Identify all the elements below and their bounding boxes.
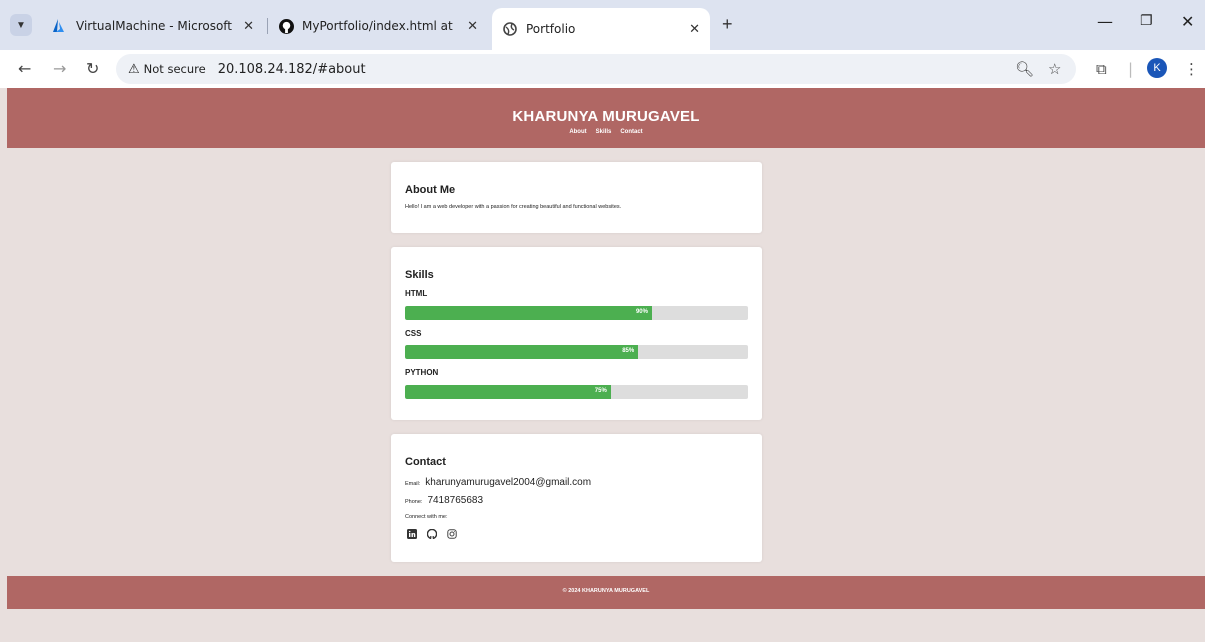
profile-avatar[interactable]: K [1147, 58, 1167, 78]
skill-percent-python: 75% [594, 388, 607, 394]
tab-search-menu-button[interactable]: ▼ [10, 14, 32, 36]
back-arrow-icon[interactable]: ← [18, 59, 31, 78]
azure-icon [52, 18, 68, 34]
skill-name-html: HTML [405, 289, 428, 298]
skill-percent-css: 85% [622, 348, 635, 354]
linkedin-icon[interactable] [407, 529, 417, 539]
skill-bar-fill-python: 75% [405, 385, 611, 399]
close-icon[interactable]: ✕ [243, 19, 254, 34]
tab-azure[interactable]: VirtualMachine - Microsoft Azure ✕ [42, 10, 264, 42]
skill-name-css: CSS [405, 329, 422, 338]
email-label: Email: [405, 481, 421, 487]
zoom-icon[interactable]: 🔍︎ [1015, 60, 1034, 78]
kebab-menu-icon[interactable]: ⋮ [1184, 60, 1199, 78]
site-nav: About Skills Contact [7, 129, 1205, 135]
tab-github[interactable]: MyPortfolio/index.html at main · K ✕ [268, 10, 488, 42]
tab-title: VirtualMachine - Microsoft Azure [76, 19, 233, 33]
chevron-down-icon: ▼ [16, 19, 26, 31]
skill-bar-css: 85% [405, 345, 748, 359]
site-footer: © 2024 KHARUNYA MURUGAVEL [7, 576, 1205, 609]
skill-bar-html: 90% [405, 306, 748, 320]
nav-link-about[interactable]: About [569, 129, 586, 135]
phone-label: Phone: [405, 499, 423, 505]
phone-value[interactable]: 7418765683 [427, 495, 483, 506]
contact-phone-row: Phone: 7418765683 [405, 495, 483, 506]
tab-portfolio[interactable]: Portfolio ✕ [492, 8, 710, 50]
skill-bar-fill-css: 85% [405, 345, 639, 359]
star-bookmark-icon[interactable]: ☆ [1048, 60, 1061, 78]
not-secure-label[interactable]: Not secure [144, 62, 206, 76]
globe-icon [502, 21, 518, 37]
new-tab-button[interactable]: + [722, 14, 733, 35]
close-icon[interactable]: ✕ [689, 22, 700, 37]
footer-copyright: © 2024 KHARUNYA MURUGAVEL [562, 588, 650, 594]
close-icon[interactable]: ✕ [467, 19, 478, 34]
minimize-icon[interactable]: — [1097, 12, 1113, 31]
warning-triangle-icon: ⚠ [128, 61, 140, 76]
contact-email-row: Email: kharunyamurugavel2004@gmail.com [405, 477, 591, 488]
email-value[interactable]: kharunyamurugavel2004@gmail.com [425, 477, 591, 488]
github-icon[interactable] [427, 529, 437, 539]
restore-icon[interactable]: ❐ [1140, 13, 1153, 29]
nav-link-contact[interactable]: Contact [620, 129, 642, 135]
tab-title: MyPortfolio/index.html at main · K [302, 19, 457, 33]
skills-section: Skills HTML 90% CSS 85% PYTHON 75% [391, 247, 762, 420]
contact-heading: Contact [405, 456, 446, 468]
forward-arrow-icon[interactable]: → [53, 59, 66, 78]
social-links [407, 529, 457, 539]
browser-tab-bar: ▼ VirtualMachine - Microsoft Azure ✕ MyP… [0, 0, 1205, 50]
tab-title: Portfolio [526, 22, 576, 36]
toolbar-divider: | [1128, 60, 1134, 78]
skills-heading: Skills [405, 269, 434, 281]
address-bar[interactable]: ⚠ Not secure 20.108.24.182/#about [116, 54, 1076, 84]
about-section: About Me Hello! I am a web developer wit… [391, 162, 762, 233]
nav-link-skills[interactable]: Skills [596, 129, 612, 135]
connect-label: Connect with me: [405, 514, 448, 520]
skill-bar-fill-html: 90% [405, 306, 652, 320]
site-header: KHARUNYA MURUGAVEL About Skills Contact [7, 88, 1205, 148]
skill-bar-python: 75% [405, 385, 748, 399]
instagram-icon[interactable] [447, 529, 457, 539]
extensions-icon[interactable]: ⧉ [1096, 60, 1107, 78]
skill-name-python: PYTHON [405, 368, 439, 377]
about-text: Hello! I am a web developer with a passi… [405, 204, 622, 210]
contact-section: Contact Email: kharunyamurugavel2004@gma… [391, 434, 762, 562]
browser-toolbar: ← → ↻ ⚠ Not secure 20.108.24.182/#about … [0, 50, 1205, 88]
reload-icon[interactable]: ↻ [86, 59, 99, 78]
close-window-icon[interactable]: ✕ [1181, 12, 1194, 31]
about-heading: About Me [405, 184, 456, 196]
url-text[interactable]: 20.108.24.182/#about [218, 62, 366, 77]
site-title: KHARUNYA MURUGAVEL [512, 108, 700, 125]
github-icon [278, 18, 294, 34]
skill-percent-html: 90% [635, 309, 648, 315]
